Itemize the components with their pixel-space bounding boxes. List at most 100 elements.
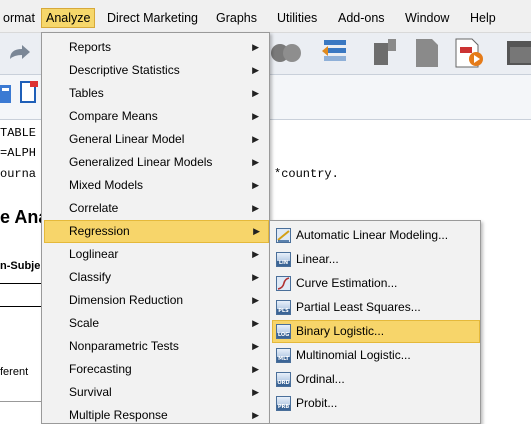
submenu-item-binary-logistic[interactable]: LOG Binary Logistic... xyxy=(272,320,480,343)
submenu-arrow-icon: ▶ xyxy=(252,249,259,259)
submenu-item-label: Multinomial Logistic... xyxy=(296,348,411,362)
submenu-arrow-icon: ▶ xyxy=(252,42,259,52)
syntax-line-1: TABLE xyxy=(0,126,37,140)
menu-item-descriptive-statistics[interactable]: Descriptive Statistics ▶ xyxy=(44,59,267,82)
cluster-icon[interactable] xyxy=(270,38,302,68)
run-script-icon[interactable] xyxy=(452,37,486,69)
submenu-arrow-icon: ▶ xyxy=(252,318,259,328)
icon-badge: LOG xyxy=(277,332,290,338)
menu-item-label: Regression xyxy=(69,224,130,238)
menu-item-label: General Linear Model xyxy=(69,132,185,146)
menu-item-label: Classify xyxy=(69,270,112,284)
submenu-item-label: Curve Estimation... xyxy=(296,276,398,290)
menu-analyze[interactable]: Analyze xyxy=(41,8,96,28)
menu-graphs[interactable]: Graphs xyxy=(212,8,261,28)
menu-item-label: Loglinear xyxy=(69,247,119,261)
table-row-label: ferent xyxy=(0,366,29,378)
window-icon[interactable] xyxy=(505,39,531,67)
menu-item-mixed-models[interactable]: Mixed Models ▶ xyxy=(44,174,267,197)
submenu-arrow-icon: ▶ xyxy=(252,295,259,305)
submenu-arrow-icon: ▶ xyxy=(252,180,259,190)
menu-item-dimension-reduction[interactable]: Dimension Reduction ▶ xyxy=(44,289,267,312)
submenu-item-label: Probit... xyxy=(296,396,338,410)
submenu-item-label: Automatic Linear Modeling... xyxy=(296,228,449,242)
menu-item-reports[interactable]: Reports ▶ xyxy=(44,36,267,59)
submenu-arrow-icon: ▶ xyxy=(252,157,259,167)
menu-item-label: Correlate xyxy=(69,201,119,215)
submenu-item-partial-least-squares[interactable]: PLS Partial Least Squares... xyxy=(272,296,478,319)
submenu-item-label: Binary Logistic... xyxy=(296,324,385,338)
document-icon[interactable] xyxy=(412,37,442,69)
submenu-arrow-icon: ▶ xyxy=(252,111,259,121)
submenu-arrow-icon: ▶ xyxy=(252,364,259,374)
table-rule-top xyxy=(0,283,42,284)
menu-item-loglinear[interactable]: Loglinear ▶ xyxy=(44,243,267,266)
redo-icon[interactable] xyxy=(6,43,32,65)
menu-item-label: Forecasting xyxy=(69,362,132,376)
menu-item-label: Nonparametric Tests xyxy=(69,339,179,353)
menu-item-label: Descriptive Statistics xyxy=(69,63,180,77)
syntax-line-2: =ALPH xyxy=(0,146,37,160)
curve-icon xyxy=(276,276,291,291)
submenu-item-ordinal[interactable]: ORD Ordinal... xyxy=(272,368,478,391)
table-rule-mid xyxy=(0,306,42,307)
menu-item-regression[interactable]: Regression ▶ xyxy=(44,220,269,243)
submenu-item-probit[interactable]: PRB Probit... xyxy=(272,392,478,415)
ordinal-icon: ORD xyxy=(276,372,291,387)
submenu-item-label: Ordinal... xyxy=(296,372,345,386)
binary-logistic-icon: LOG xyxy=(276,324,291,339)
menu-item-compare-means[interactable]: Compare Means ▶ xyxy=(44,105,267,128)
submenu-item-multinomial-logistic[interactable]: MLT Multinomial Logistic... xyxy=(272,344,478,367)
split-file-icon[interactable] xyxy=(320,37,352,69)
menu-item-label: Scale xyxy=(69,316,100,330)
icon-badge: ORD xyxy=(277,380,290,386)
menu-item-survival[interactable]: Survival ▶ xyxy=(44,381,267,404)
submenu-item-linear[interactable]: LIN Linear... xyxy=(272,248,478,271)
submenu-arrow-icon: ▶ xyxy=(252,341,259,351)
submenu-arrow-icon: ▶ xyxy=(252,272,259,282)
menu-addons[interactable]: Add-ons xyxy=(334,8,389,28)
menu-item-generalized-linear-models[interactable]: Generalized Linear Models ▶ xyxy=(44,151,267,174)
menu-item-label: Dimension Reduction xyxy=(69,293,184,307)
submenu-item-label: Linear... xyxy=(296,252,339,266)
menu-item-label: Multiple Response xyxy=(69,408,168,422)
submenu-item-automatic-linear-modeling[interactable]: Automatic Linear Modeling... xyxy=(272,224,478,247)
menu-direct-marketing[interactable]: Direct Marketing xyxy=(103,8,202,28)
submenu-arrow-icon: ▶ xyxy=(252,88,259,98)
multinomial-icon: MLT xyxy=(276,348,291,363)
data-icon[interactable] xyxy=(0,81,14,107)
icon-badge: MLT xyxy=(277,356,290,362)
menu-item-multiple-response[interactable]: Multiple Response ▶ xyxy=(44,404,267,424)
menu-item-label: Compare Means xyxy=(69,109,158,123)
menu-item-forecasting[interactable]: Forecasting ▶ xyxy=(44,358,267,381)
table-subheading: n-Subje xyxy=(0,260,41,272)
submenu-item-curve-estimation[interactable]: Curve Estimation... xyxy=(272,272,478,295)
menu-item-tables[interactable]: Tables ▶ xyxy=(44,82,267,105)
menu-item-classify[interactable]: Classify ▶ xyxy=(44,266,267,289)
menu-bar: ormat Analyze Direct Marketing Graphs Ut… xyxy=(0,0,531,33)
submenu-item-label: Partial Least Squares... xyxy=(296,300,421,314)
variables-icon[interactable] xyxy=(370,37,400,69)
submenu-arrow-icon: ▶ xyxy=(252,387,259,397)
icon-badge: PRB xyxy=(277,404,290,410)
menu-help[interactable]: Help xyxy=(466,8,500,28)
auto-linear-icon xyxy=(276,228,291,243)
menu-window[interactable]: Window xyxy=(401,8,453,28)
pls-icon: PLS xyxy=(276,300,291,315)
probit-icon: PRB xyxy=(276,396,291,411)
menu-item-label: Survival xyxy=(69,385,112,399)
icon-badge: PLS xyxy=(277,308,290,314)
syntax-line-3: ourna xyxy=(0,167,37,181)
menu-item-label: Tables xyxy=(69,86,104,100)
menu-utilities[interactable]: Utilities xyxy=(273,8,321,28)
menu-item-label: Reports xyxy=(69,40,112,54)
menu-format[interactable]: ormat xyxy=(0,8,39,28)
menu-item-label: Generalized Linear Models xyxy=(69,155,213,169)
menu-item-general-linear-model[interactable]: General Linear Model ▶ xyxy=(44,128,267,151)
syntax-line-3-right: *country. xyxy=(274,167,339,181)
menu-item-scale[interactable]: Scale ▶ xyxy=(44,312,267,335)
menu-item-nonparametric-tests[interactable]: Nonparametric Tests ▶ xyxy=(44,335,267,358)
copy-icon[interactable] xyxy=(18,79,40,107)
menu-item-correlate[interactable]: Correlate ▶ xyxy=(44,197,267,220)
menu-item-label: Mixed Models xyxy=(69,178,144,192)
